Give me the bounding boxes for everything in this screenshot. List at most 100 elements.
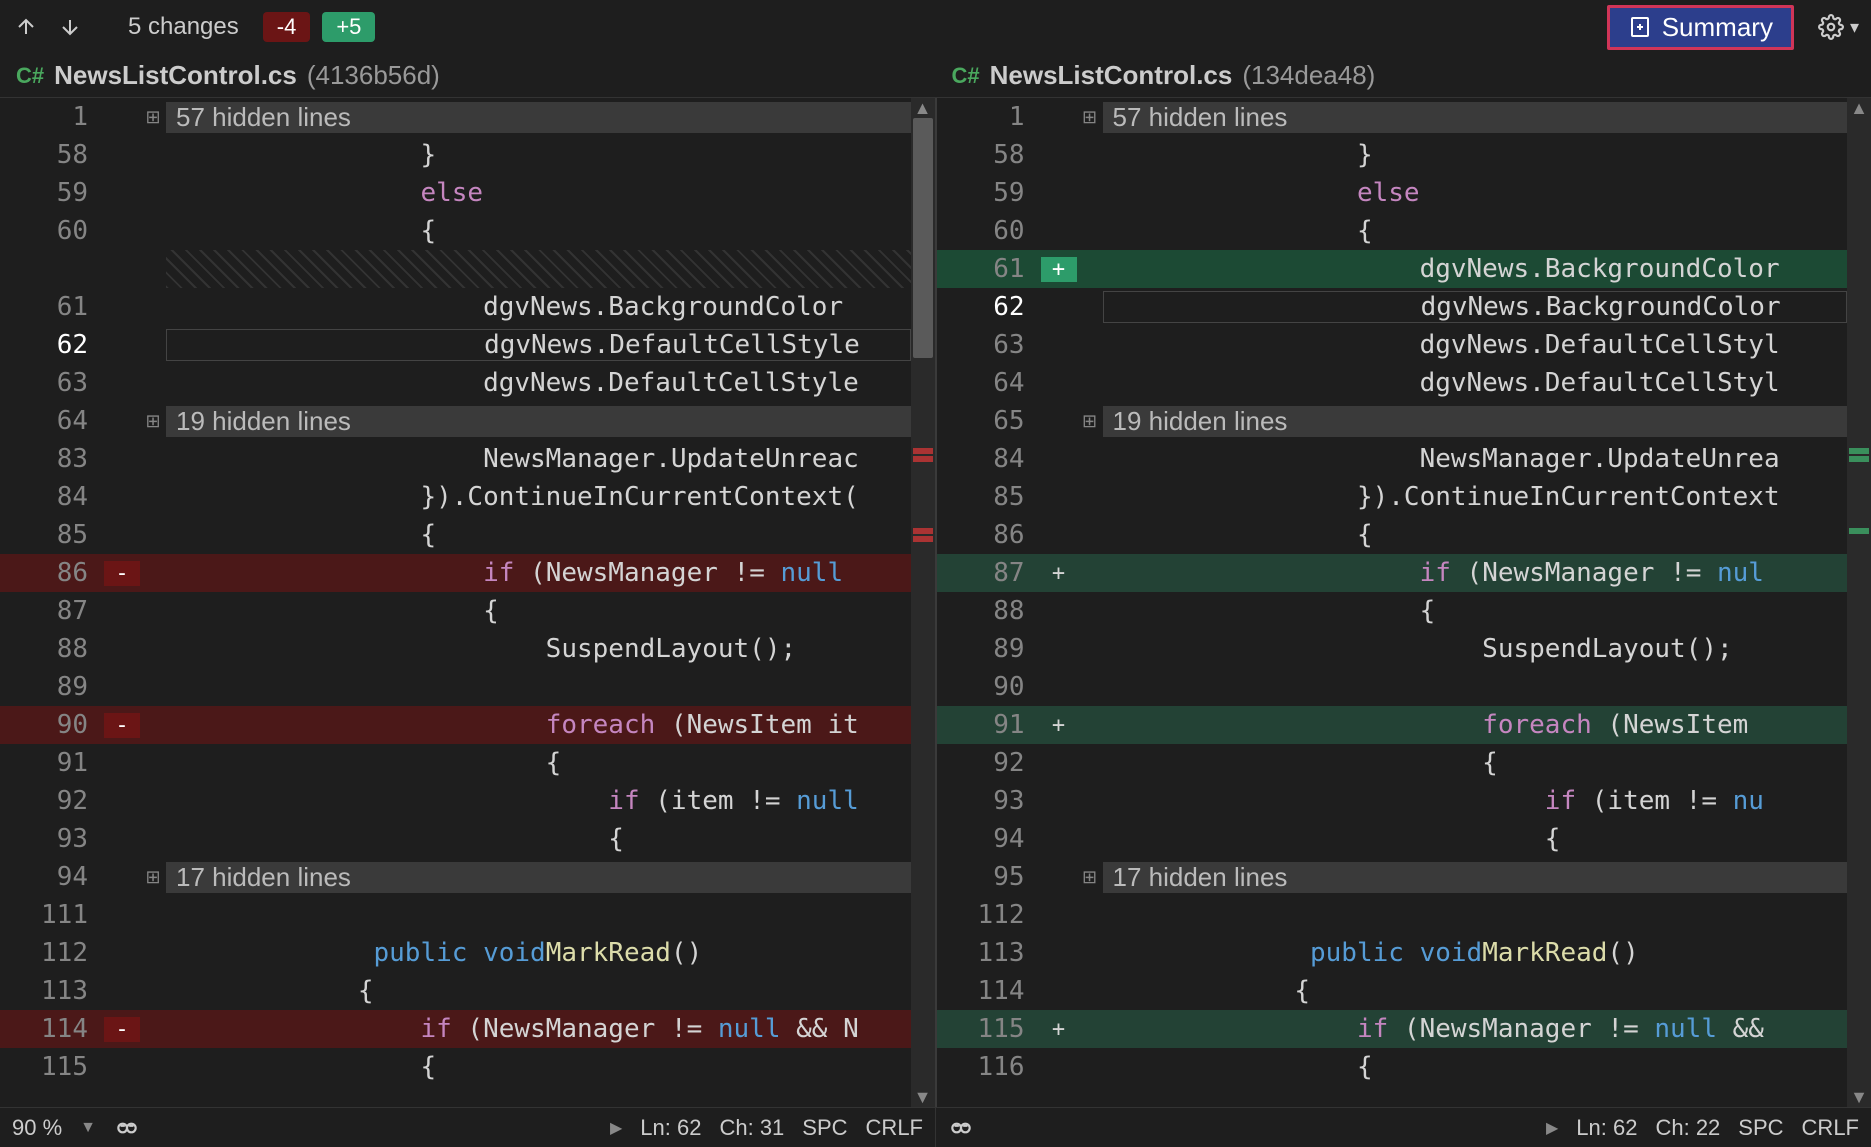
diff-marker (1849, 456, 1869, 462)
code-text: NewsManager.UpdateUnrea (1103, 444, 1848, 474)
line-ending[interactable]: CRLF (866, 1115, 923, 1141)
next-change-button[interactable] (56, 13, 84, 41)
code-line[interactable]: 6519 hidden lines (937, 402, 1848, 440)
code-line[interactable]: 86 { (937, 516, 1848, 554)
code-line[interactable]: 62 dgvNews.DefaultCellStyle (0, 326, 911, 364)
code-line[interactable]: 113 { (0, 972, 911, 1010)
left-code-area[interactable]: 157 hidden lines58 }59 else60 { 61 dgvNew… (0, 98, 911, 1107)
code-line[interactable]: 89 SuspendLayout(); (937, 630, 1848, 668)
code-line[interactable]: 92 if (item != null (0, 782, 911, 820)
code-line[interactable]: 90- foreach (NewsItem it (0, 706, 911, 744)
line-number: 90 (0, 710, 104, 740)
code-line[interactable]: 84 NewsManager.UpdateUnrea (937, 440, 1848, 478)
line-number: 89 (0, 672, 104, 702)
code-line[interactable]: 61+ dgvNews.BackgroundColor (937, 250, 1848, 288)
code-line[interactable]: 59 else (937, 174, 1848, 212)
code-line[interactable]: 92 { (937, 744, 1848, 782)
code-line[interactable]: 86- if (NewsManager != null (0, 554, 911, 592)
code-line[interactable]: 111 (0, 896, 911, 934)
code-line[interactable]: 9417 hidden lines (0, 858, 911, 896)
code-text: { (1103, 824, 1848, 854)
scroll-down-icon[interactable]: ▼ (1847, 1087, 1871, 1107)
expand-fold-button[interactable] (140, 411, 166, 432)
indent-mode[interactable]: SPC (802, 1115, 847, 1141)
summary-button[interactable]: Summary (1607, 5, 1794, 50)
code-line[interactable]: 61 dgvNews.BackgroundColor (0, 288, 911, 326)
zoom-level[interactable]: 90 % (12, 1115, 62, 1141)
chevron-down-icon[interactable]: ▼ (80, 1119, 96, 1137)
expand-fold-button[interactable] (1077, 867, 1103, 888)
code-line[interactable]: 114- if (NewsManager != null && N (0, 1010, 911, 1048)
code-line[interactable]: 93 { (0, 820, 911, 858)
code-text: foreach (NewsItem it (166, 710, 911, 740)
code-line[interactable]: 59 else (0, 174, 911, 212)
code-line[interactable]: 113 public voidMarkRead() (937, 934, 1848, 972)
code-line[interactable]: 85 }).ContinueInCurrentContext (937, 478, 1848, 516)
line-number: 112 (0, 938, 104, 968)
code-line[interactable]: 94 { (937, 820, 1848, 858)
code-line[interactable]: 112 public voidMarkRead() (0, 934, 911, 972)
diff-toolbar: 5 changes -4 +5 Summary ▾ (0, 0, 1871, 54)
code-line[interactable]: 6419 hidden lines (0, 402, 911, 440)
code-line[interactable]: 87+ if (NewsManager != nul (937, 554, 1848, 592)
code-line[interactable]: 88 SuspendLayout(); (0, 630, 911, 668)
code-line[interactable]: 115 { (0, 1048, 911, 1086)
prev-change-button[interactable] (12, 13, 40, 41)
code-line[interactable]: 84 }).ContinueInCurrentContext( (0, 478, 911, 516)
code-line[interactable]: 91 { (0, 744, 911, 782)
code-line[interactable]: 89 (0, 668, 911, 706)
code-text: if (NewsManager != nul (1103, 558, 1848, 588)
expand-fold-button[interactable] (140, 867, 166, 888)
line-number: 94 (0, 862, 104, 892)
code-line[interactable]: 116 { (937, 1048, 1848, 1086)
left-scrollbar[interactable]: ▲ ▼ (911, 98, 935, 1107)
code-line[interactable]: 63 dgvNews.DefaultCellStyl (937, 326, 1848, 364)
code-line[interactable]: 58 } (937, 136, 1848, 174)
code-line[interactable]: 87 { (0, 592, 911, 630)
settings-dropdown[interactable]: ▾ (1818, 14, 1859, 40)
line-number: 92 (0, 786, 104, 816)
scroll-down-icon[interactable]: ▼ (911, 1087, 935, 1107)
scroll-up-icon[interactable]: ▲ (1847, 98, 1871, 118)
code-line[interactable]: 60 { (937, 212, 1848, 250)
play-icon[interactable]: ▶ (610, 1118, 622, 1138)
file-headers: C# NewsListControl.cs (4136b56d) C# News… (0, 54, 1871, 98)
code-line[interactable]: 85 { (0, 516, 911, 554)
code-line[interactable]: 58 } (0, 136, 911, 174)
indent-mode[interactable]: SPC (1738, 1115, 1783, 1141)
diff-marker-col: + (1041, 1017, 1077, 1042)
expand-fold-button[interactable] (140, 107, 166, 128)
code-line[interactable]: 157 hidden lines (937, 98, 1848, 136)
line-number: 93 (937, 786, 1041, 816)
code-line[interactable]: 88 { (937, 592, 1848, 630)
code-line[interactable]: 62 dgvNews.BackgroundColor (937, 288, 1848, 326)
line-number: 92 (937, 748, 1041, 778)
code-line[interactable]: 64 dgvNews.DefaultCellStyl (937, 364, 1848, 402)
play-icon[interactable]: ▶ (1546, 1118, 1558, 1138)
code-line[interactable]: 91+ foreach (NewsItem (937, 706, 1848, 744)
copilot-icon[interactable] (114, 1115, 140, 1141)
diff-marker-col: + (1041, 257, 1077, 282)
scroll-up-icon[interactable]: ▲ (911, 98, 935, 118)
code-line[interactable]: 9517 hidden lines (937, 858, 1848, 896)
code-line[interactable]: 60 { (0, 212, 911, 250)
code-line[interactable]: 63 dgvNews.DefaultCellStyle (0, 364, 911, 402)
right-scrollbar[interactable]: ▲ ▼ (1847, 98, 1871, 1107)
right-code-area[interactable]: 157 hidden lines58 }59 else60 {61+ dgvNe… (937, 98, 1848, 1107)
code-line[interactable]: 114 { (937, 972, 1848, 1010)
code-line[interactable]: 157 hidden lines (0, 98, 911, 136)
expand-fold-button[interactable] (1077, 411, 1103, 432)
line-number: 90 (937, 672, 1041, 702)
expand-fold-button[interactable] (1077, 107, 1103, 128)
line-number: 115 (937, 1014, 1041, 1044)
code-line[interactable]: 112 (937, 896, 1848, 934)
copilot-icon[interactable] (948, 1115, 974, 1141)
scrollbar-thumb[interactable] (913, 118, 933, 358)
code-line[interactable]: 93 if (item != nu (937, 782, 1848, 820)
code-line[interactable]: 90 (937, 668, 1848, 706)
code-line[interactable]: 83 NewsManager.UpdateUnreac (0, 440, 911, 478)
line-ending[interactable]: CRLF (1802, 1115, 1859, 1141)
diff-marker-col: - (104, 713, 140, 738)
code-line[interactable]: 115+ if (NewsManager != null && (937, 1010, 1848, 1048)
line-number: 91 (937, 710, 1041, 740)
